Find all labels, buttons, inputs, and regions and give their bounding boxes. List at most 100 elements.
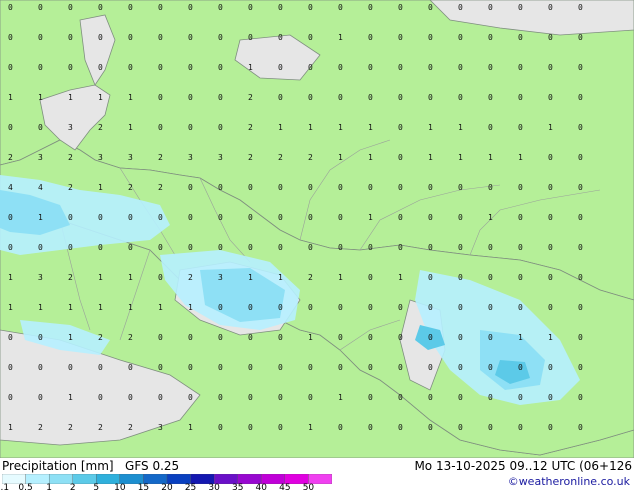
grid-value: 1 — [38, 303, 43, 312]
scale-tick-label: 30 — [208, 483, 220, 493]
grid-value: 1 — [518, 153, 523, 162]
grid-value: 0 — [188, 63, 193, 72]
grid-value: 0 — [338, 63, 343, 72]
grid-value: 0 — [398, 213, 403, 222]
grid-value: 2 — [8, 153, 13, 162]
grid-value: 0 — [128, 33, 133, 42]
grid-value: 0 — [158, 243, 163, 252]
legend-title-text: Precipitation [mm] — [2, 459, 114, 473]
grid-value: 1 — [338, 153, 343, 162]
grid-value: 0 — [488, 363, 493, 372]
grid-value: 0 — [38, 393, 43, 402]
grid-value: 0 — [458, 213, 463, 222]
grid-value: 0 — [338, 243, 343, 252]
grid-value: 0 — [8, 243, 13, 252]
grid-value: 1 — [338, 273, 343, 282]
grid-value: 0 — [518, 273, 523, 282]
grid-value: 0 — [488, 423, 493, 432]
run-info: Mo 13-10-2025 09..12 UTC (06+126 — [414, 459, 632, 473]
grid-value: 0 — [8, 123, 13, 132]
grid-value: 0 — [218, 213, 223, 222]
scale-tick-label: 0.5 — [18, 483, 33, 493]
grid-value: 0 — [308, 93, 313, 102]
grid-value: 0 — [278, 3, 283, 12]
grid-value: 0 — [8, 33, 13, 42]
grid-value: 0 — [158, 63, 163, 72]
grid-value: 1 — [38, 93, 43, 102]
grid-value: 0 — [278, 243, 283, 252]
legend-bar: Precipitation [mm] GFS 0.25 Mo 13-10-202… — [0, 458, 634, 493]
grid-value: 0 — [278, 393, 283, 402]
grid-value: 0 — [368, 93, 373, 102]
grid-value: 2 — [128, 183, 133, 192]
scale-tick-label: 2 — [69, 483, 76, 493]
grid-value: 0 — [338, 3, 343, 12]
grid-value: 0 — [398, 123, 403, 132]
grid-value: 1 — [8, 423, 13, 432]
grid-value: 0 — [128, 3, 133, 12]
grid-value: 0 — [548, 3, 553, 12]
grid-value: 0 — [68, 33, 73, 42]
grid-value: 0 — [578, 363, 583, 372]
grid-value: 0 — [188, 183, 193, 192]
grid-value: 0 — [98, 3, 103, 12]
grid-value: 1 — [338, 393, 343, 402]
grid-value: 0 — [398, 183, 403, 192]
grid-value: 1 — [158, 303, 163, 312]
grid-value: 0 — [278, 93, 283, 102]
grid-value: 0 — [68, 63, 73, 72]
grid-value: 1 — [278, 273, 283, 282]
grid-value: 1 — [68, 393, 73, 402]
grid-value: 1 — [518, 333, 523, 342]
grid-value: 2 — [308, 153, 313, 162]
grid-value: 0 — [278, 423, 283, 432]
grid-value: 0 — [368, 183, 373, 192]
grid-value: 0 — [458, 3, 463, 12]
grid-value: 0 — [578, 273, 583, 282]
grid-value: 0 — [158, 93, 163, 102]
grid-value: 0 — [338, 363, 343, 372]
grid-value: 1 — [458, 153, 463, 162]
grid-value: 2 — [278, 153, 283, 162]
grid-value: 2 — [248, 123, 253, 132]
grid-value: 0 — [368, 3, 373, 12]
grid-value: 0 — [398, 33, 403, 42]
grid-value: 0 — [38, 123, 43, 132]
grid-value: 0 — [188, 213, 193, 222]
grid-value: 1 — [98, 183, 103, 192]
grid-value: 0 — [188, 93, 193, 102]
grid-value: 0 — [308, 63, 313, 72]
scale-tick-label: 0.1 — [0, 483, 10, 493]
grid-value: 0 — [248, 213, 253, 222]
grid-value: 2 — [158, 183, 163, 192]
grid-value: 1 — [248, 63, 253, 72]
grid-value: 0 — [128, 363, 133, 372]
grid-value: 0 — [158, 393, 163, 402]
grid-value: 0 — [338, 303, 343, 312]
grid-value: 1 — [308, 423, 313, 432]
grid-value: 1 — [308, 333, 313, 342]
grid-value: 0 — [338, 183, 343, 192]
grid-value: 0 — [128, 243, 133, 252]
grid-value: 0 — [248, 423, 253, 432]
grid-value: 1 — [368, 213, 373, 222]
grid-value: 0 — [338, 423, 343, 432]
grid-value: 1 — [278, 123, 283, 132]
grid-value: 0 — [488, 183, 493, 192]
grid-value: 0 — [578, 333, 583, 342]
grid-value: 0 — [548, 153, 553, 162]
grid-value: 0 — [8, 3, 13, 12]
grid-value: 0 — [488, 3, 493, 12]
grid-value: 0 — [578, 423, 583, 432]
grid-value: 0 — [488, 243, 493, 252]
grid-value: 0 — [578, 303, 583, 312]
grid-value: 0 — [458, 93, 463, 102]
grid-value: 0 — [218, 423, 223, 432]
grid-value: 0 — [398, 3, 403, 12]
grid-value: 0 — [278, 63, 283, 72]
grid-value: 0 — [308, 363, 313, 372]
grid-value: 0 — [578, 63, 583, 72]
grid-value: 0 — [518, 93, 523, 102]
grid-value: 0 — [578, 123, 583, 132]
grid-value: 0 — [368, 63, 373, 72]
